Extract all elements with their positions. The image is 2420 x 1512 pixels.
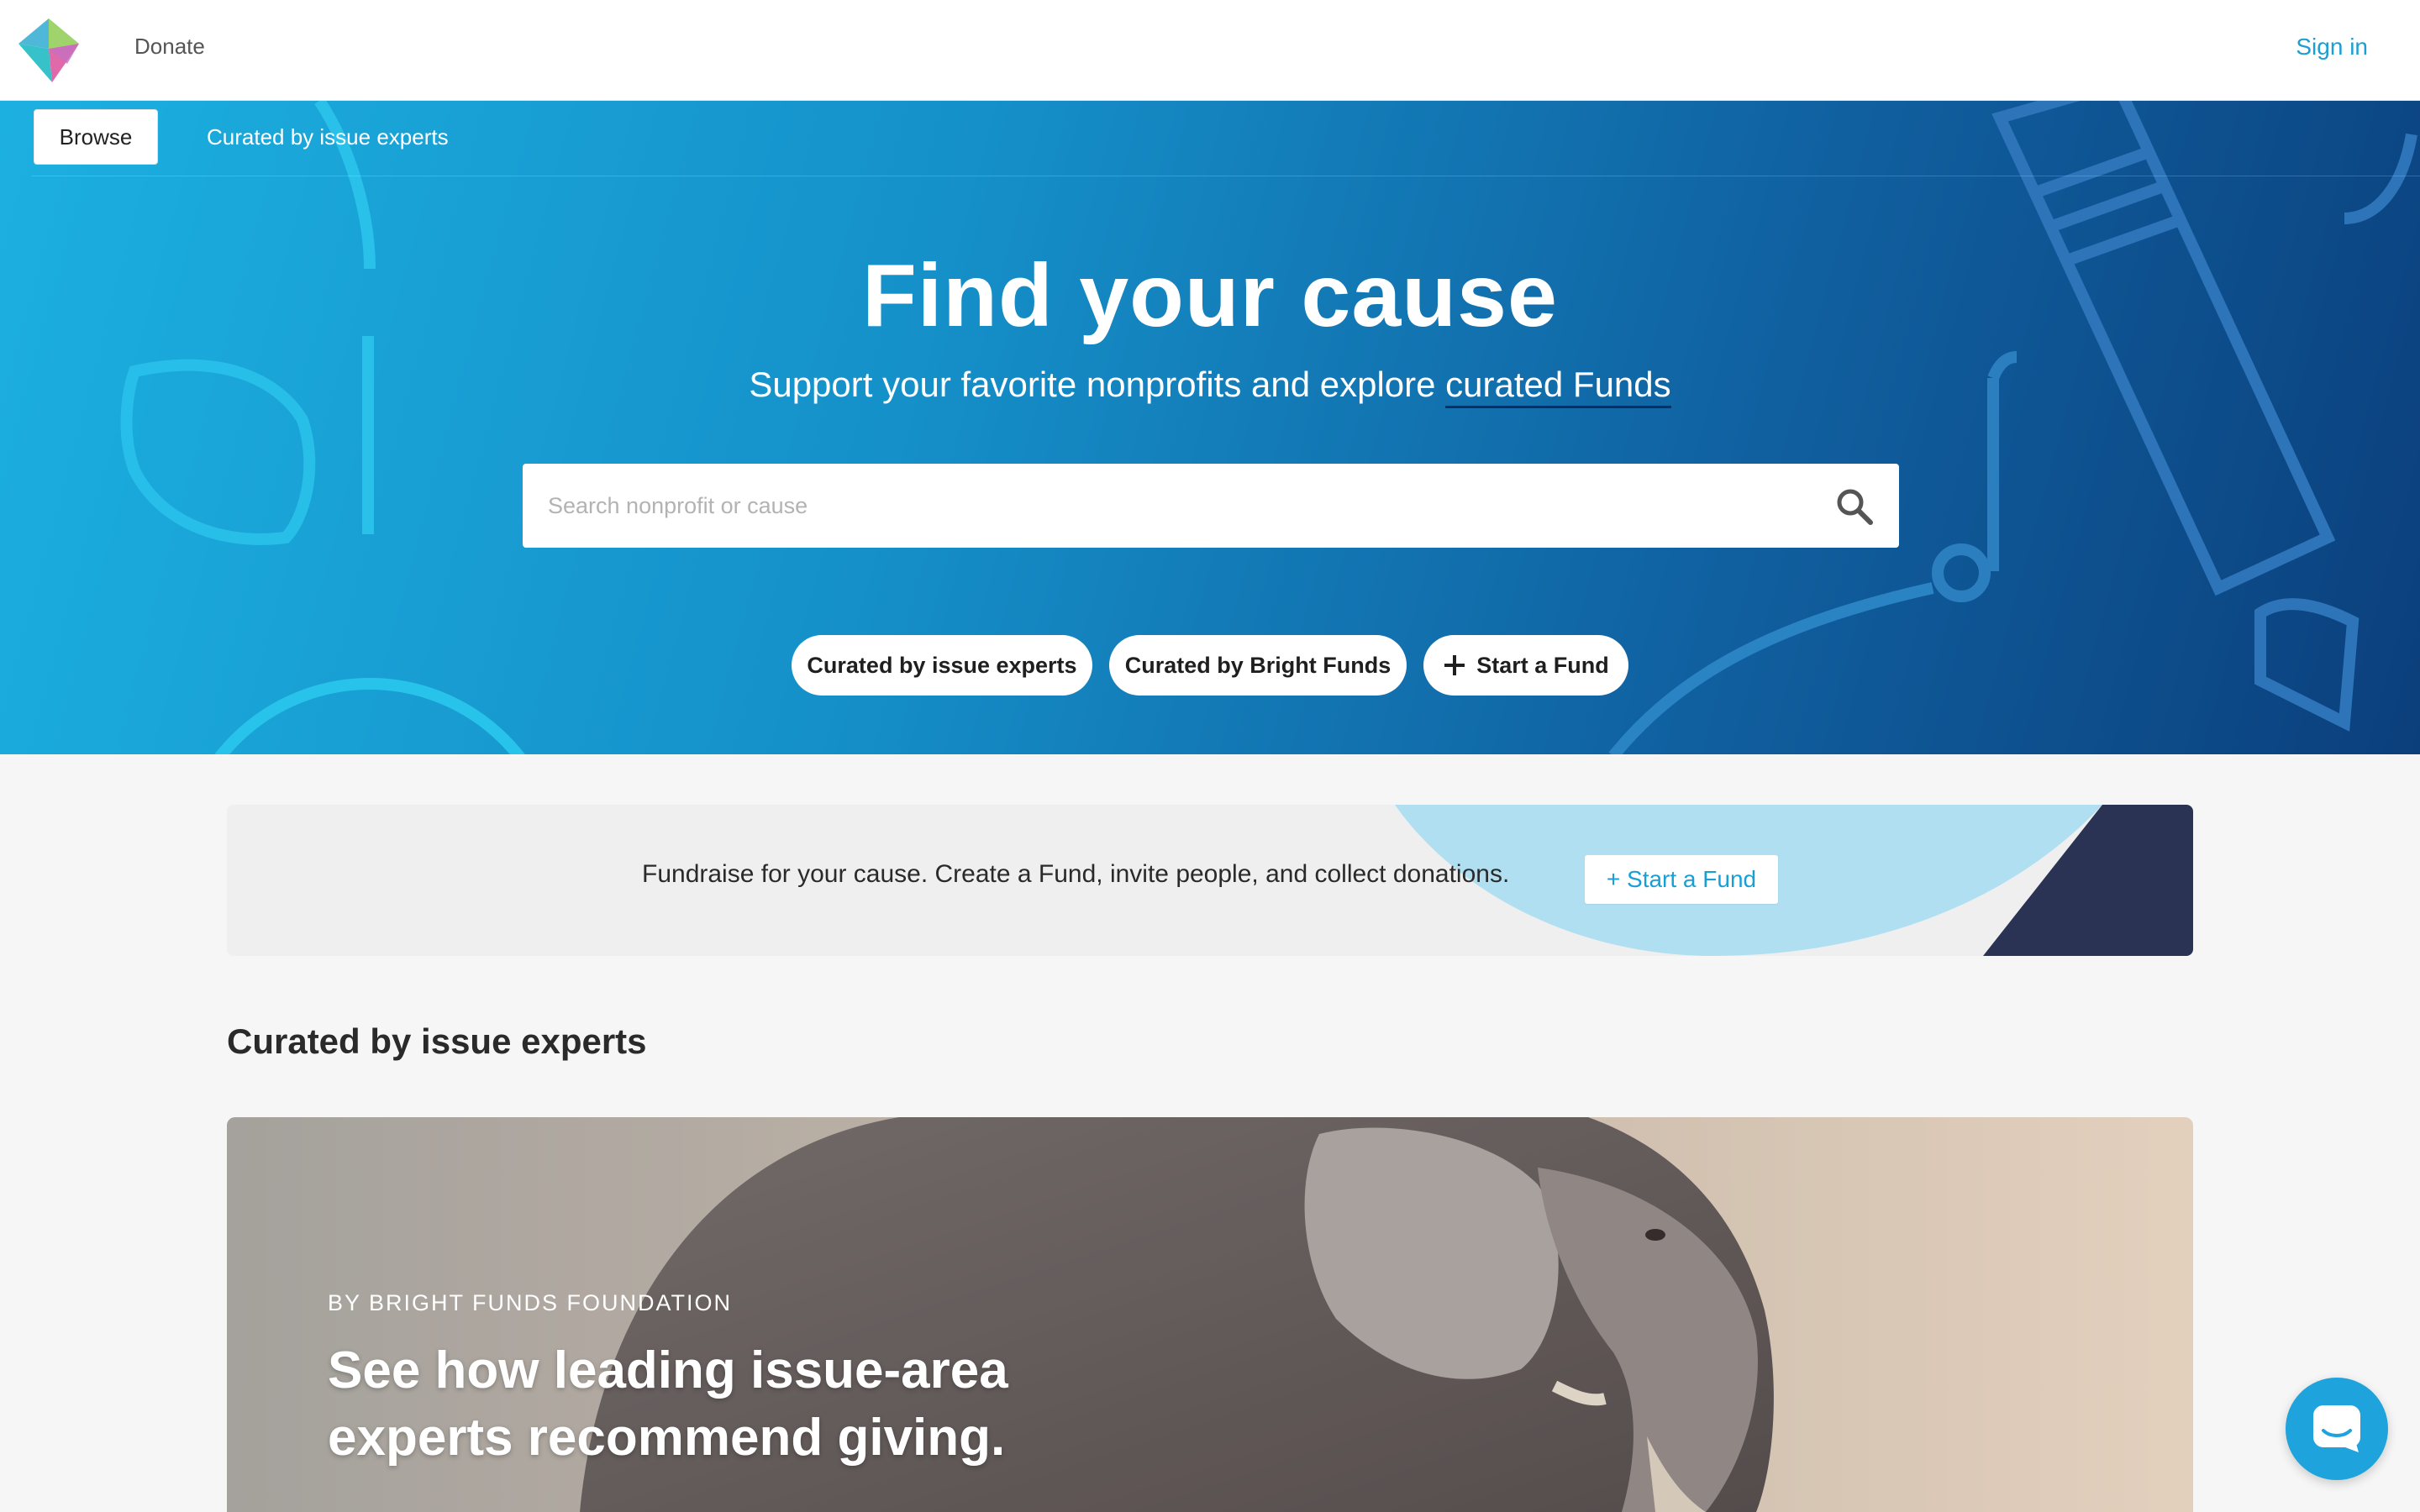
plus-icon [1444,655,1465,675]
hero-subtitle: Support your favorite nonprofits and exp… [0,365,2420,408]
page-title: Find your cause [862,246,1558,345]
search-input[interactable] [548,464,1808,548]
filter-curated-by-issue-experts[interactable]: Curated by issue experts [792,635,1092,696]
feature-heading[interactable]: See how leading issue-area experts recom… [328,1337,1084,1472]
nav-donate-link[interactable]: Donate [134,34,205,60]
fundraise-banner: Fundraise for your cause. Create a Fund,… [227,805,2193,956]
search-box [523,464,1899,548]
filter-curated-by-bright-funds[interactable]: Curated by Bright Funds [1109,635,1407,696]
pill-label: Start a Fund [1476,652,1609,678]
pill-label: Curated by Bright Funds [1124,652,1392,678]
banner-text: Fundraise for your cause. Create a Fund,… [642,860,1510,888]
pill-label: Curated by issue experts [807,652,1077,678]
banner-start-fund-button[interactable]: + Start a Fund [1585,855,1778,904]
hero-section: Browse Curated by issue experts Find you… [0,101,2420,754]
chat-launcher-button[interactable] [2286,1378,2388,1480]
top-navigation: Donate Sign in [0,0,2420,101]
sign-in-link[interactable]: Sign in [2296,34,2368,60]
curated-funds-link[interactable]: curated Funds [1445,365,1671,408]
hero-subtitle-text: Support your favorite nonprofits and exp… [749,365,1446,404]
featured-card[interactable]: BY BRIGHT FUNDS FOUNDATION See how leadi… [227,1117,2193,1512]
search-icon[interactable] [1835,487,1874,526]
start-a-fund-button[interactable]: Start a Fund [1423,635,1628,696]
tab-browse[interactable]: Browse [34,109,158,165]
chat-icon [2313,1405,2360,1452]
section-title: Curated by issue experts [227,1021,647,1061]
feature-eyebrow: BY BRIGHT FUNDS FOUNDATION [328,1290,733,1315]
bright-funds-logo-icon[interactable] [17,17,81,84]
secondary-navigation: Browse Curated by issue experts [32,109,2420,176]
tab-curated-by-issue-experts[interactable]: Curated by issue experts [207,124,449,150]
